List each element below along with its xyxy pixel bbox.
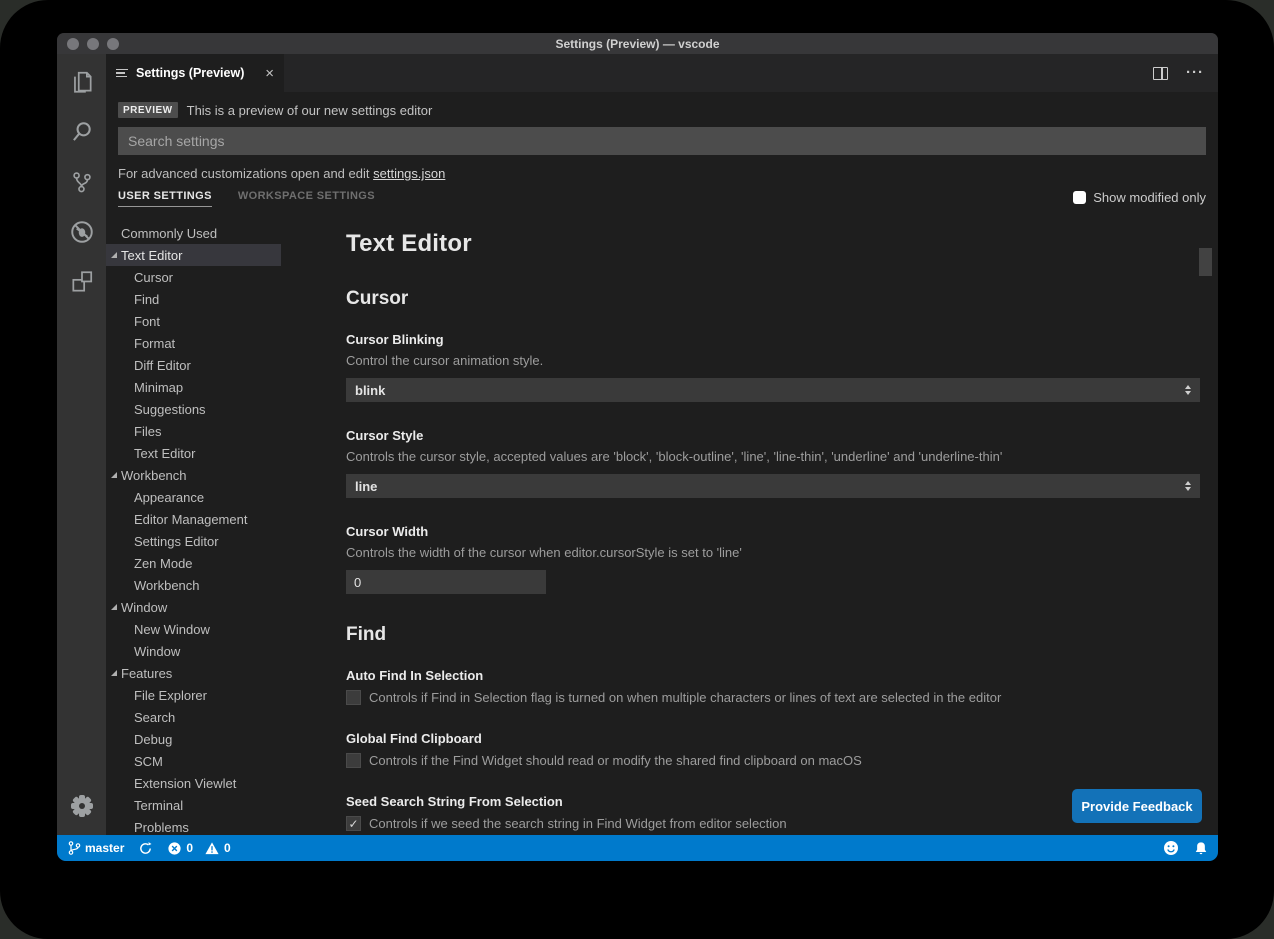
- search-icon[interactable]: [67, 117, 97, 147]
- page-title: Text Editor: [346, 230, 1200, 258]
- notifications-button[interactable]: [1194, 840, 1208, 856]
- setting-cursor-style: Cursor Style Controls the cursor style, …: [346, 428, 1200, 498]
- smiley-icon: [1163, 840, 1179, 856]
- toc-item-problems[interactable]: Problems: [106, 816, 336, 835]
- settings-editor-icon: [116, 69, 128, 78]
- auto-find-in-selection-checkbox[interactable]: [346, 690, 361, 705]
- seed-search-string-checkbox[interactable]: ✓: [346, 816, 361, 831]
- settings-gear-icon[interactable]: [67, 791, 97, 821]
- twistie-icon: [111, 670, 117, 676]
- toc-item-window[interactable]: Window: [106, 596, 336, 618]
- settings-json-link[interactable]: settings.json: [373, 166, 445, 181]
- settings-list: Text Editor Cursor Cursor Blinking Contr…: [336, 216, 1218, 835]
- toc-item-workbench[interactable]: Workbench: [106, 464, 336, 486]
- toc-item-features[interactable]: Features: [106, 662, 336, 684]
- select-stepper-icon: [1185, 481, 1191, 492]
- section-title-find: Find: [346, 624, 1200, 646]
- preview-badge: PREVIEW: [118, 102, 178, 118]
- advanced-customizations-text: For advanced customizations open and edi…: [118, 166, 1206, 182]
- git-branch-icon: [67, 840, 81, 856]
- toc-item-font[interactable]: Font: [106, 310, 336, 332]
- global-find-clipboard-checkbox[interactable]: [346, 753, 361, 768]
- cursor-width-input[interactable]: [346, 570, 546, 594]
- tab-bar: Settings (Preview) × ···: [106, 54, 1218, 92]
- toc-item-appearance[interactable]: Appearance: [106, 486, 336, 508]
- toc-item-text-editor[interactable]: Text Editor: [106, 244, 281, 266]
- twistie-icon: [111, 472, 117, 478]
- search-settings-input[interactable]: [118, 127, 1206, 155]
- tab-user-settings[interactable]: USER SETTINGS: [118, 190, 212, 207]
- scrollbar-thumb[interactable]: [1199, 248, 1212, 276]
- more-actions-icon[interactable]: ···: [1186, 69, 1204, 77]
- provide-feedback-button[interactable]: Provide Feedback: [1072, 789, 1202, 823]
- explorer-icon[interactable]: [67, 67, 97, 97]
- toc-item-find[interactable]: Find: [106, 288, 336, 310]
- toc-item-search[interactable]: Search: [106, 706, 336, 728]
- toc-item-debug[interactable]: Debug: [106, 728, 336, 750]
- activity-bar: [57, 54, 106, 835]
- select-stepper-icon: [1185, 385, 1191, 396]
- title-bar: Settings (Preview) — vscode: [57, 33, 1218, 54]
- source-control-icon[interactable]: [67, 167, 97, 197]
- show-modified-only-toggle[interactable]: Show modified only: [1073, 190, 1206, 205]
- toc-item-format[interactable]: Format: [106, 332, 336, 354]
- sync-icon: [138, 841, 153, 856]
- desktop-shadow: Settings (Preview) — vscode: [0, 0, 1274, 939]
- settings-toc: Commonly Used Text Editor Cursor Find Fo…: [106, 216, 336, 835]
- toc-item-suggestions[interactable]: Suggestions: [106, 398, 336, 420]
- toc-item-files[interactable]: Files: [106, 420, 336, 442]
- twistie-icon: [111, 252, 117, 258]
- toc-item-zen-mode[interactable]: Zen Mode: [106, 552, 336, 574]
- setting-cursor-width: Cursor Width Controls the width of the c…: [346, 524, 1200, 594]
- git-branch-item[interactable]: master: [67, 840, 124, 856]
- tab-workspace-settings[interactable]: WORKSPACE SETTINGS: [238, 190, 375, 206]
- toc-item-diff-editor[interactable]: Diff Editor: [106, 354, 336, 376]
- split-editor-icon[interactable]: [1153, 67, 1168, 80]
- sync-button[interactable]: [138, 841, 153, 856]
- setting-cursor-blinking: Cursor Blinking Control the cursor anima…: [346, 332, 1200, 402]
- twistie-icon: [111, 604, 117, 610]
- toc-item-scm[interactable]: SCM: [106, 750, 336, 772]
- setting-auto-find-in-selection: Auto Find In Selection Controls if Find …: [346, 668, 1200, 705]
- toc-item-minimap[interactable]: Minimap: [106, 376, 336, 398]
- toc-item-settings-editor[interactable]: Settings Editor: [106, 530, 336, 552]
- warnings-icon: [204, 841, 220, 856]
- status-bar: master 0 0: [57, 835, 1218, 861]
- tab-close-icon[interactable]: ×: [265, 66, 274, 81]
- vscode-window: Settings (Preview) — vscode: [57, 33, 1218, 861]
- toc-item-new-window[interactable]: New Window: [106, 618, 336, 640]
- toc-item-cursor[interactable]: Cursor: [106, 266, 336, 288]
- window-title: Settings (Preview) — vscode: [57, 37, 1218, 51]
- errors-icon: [167, 841, 182, 856]
- toc-item-commonly-used[interactable]: Commonly Used: [106, 222, 336, 244]
- toc-item-file-explorer[interactable]: File Explorer: [106, 684, 336, 706]
- cursor-style-select[interactable]: line: [346, 474, 1200, 498]
- preview-text: This is a preview of our new settings ed…: [187, 103, 433, 118]
- check-icon: ✓: [348, 818, 358, 830]
- toc-item-extension-viewlet[interactable]: Extension Viewlet: [106, 772, 336, 794]
- setting-global-find-clipboard: Global Find Clipboard Controls if the Fi…: [346, 731, 1200, 768]
- cursor-blinking-select[interactable]: blink: [346, 378, 1200, 402]
- settings-header: PREVIEW This is a preview of our new set…: [106, 92, 1218, 216]
- error-count: 0: [186, 841, 193, 855]
- section-title-cursor: Cursor: [346, 288, 1200, 310]
- debug-disabled-icon[interactable]: [67, 217, 97, 247]
- toc-item-terminal[interactable]: Terminal: [106, 794, 336, 816]
- bell-icon: [1194, 840, 1208, 856]
- feedback-smiley-button[interactable]: [1163, 840, 1179, 856]
- toc-item-workbench-child[interactable]: Workbench: [106, 574, 336, 596]
- tab-settings-preview[interactable]: Settings (Preview) ×: [106, 54, 284, 92]
- warning-count: 0: [224, 841, 231, 855]
- toc-item-text-editor-child[interactable]: Text Editor: [106, 442, 336, 464]
- toc-item-editor-management[interactable]: Editor Management: [106, 508, 336, 530]
- problems-item[interactable]: 0 0: [167, 841, 230, 856]
- toc-item-window-child[interactable]: Window: [106, 640, 336, 662]
- show-modified-checkbox[interactable]: [1073, 191, 1086, 204]
- extensions-icon[interactable]: [67, 267, 97, 297]
